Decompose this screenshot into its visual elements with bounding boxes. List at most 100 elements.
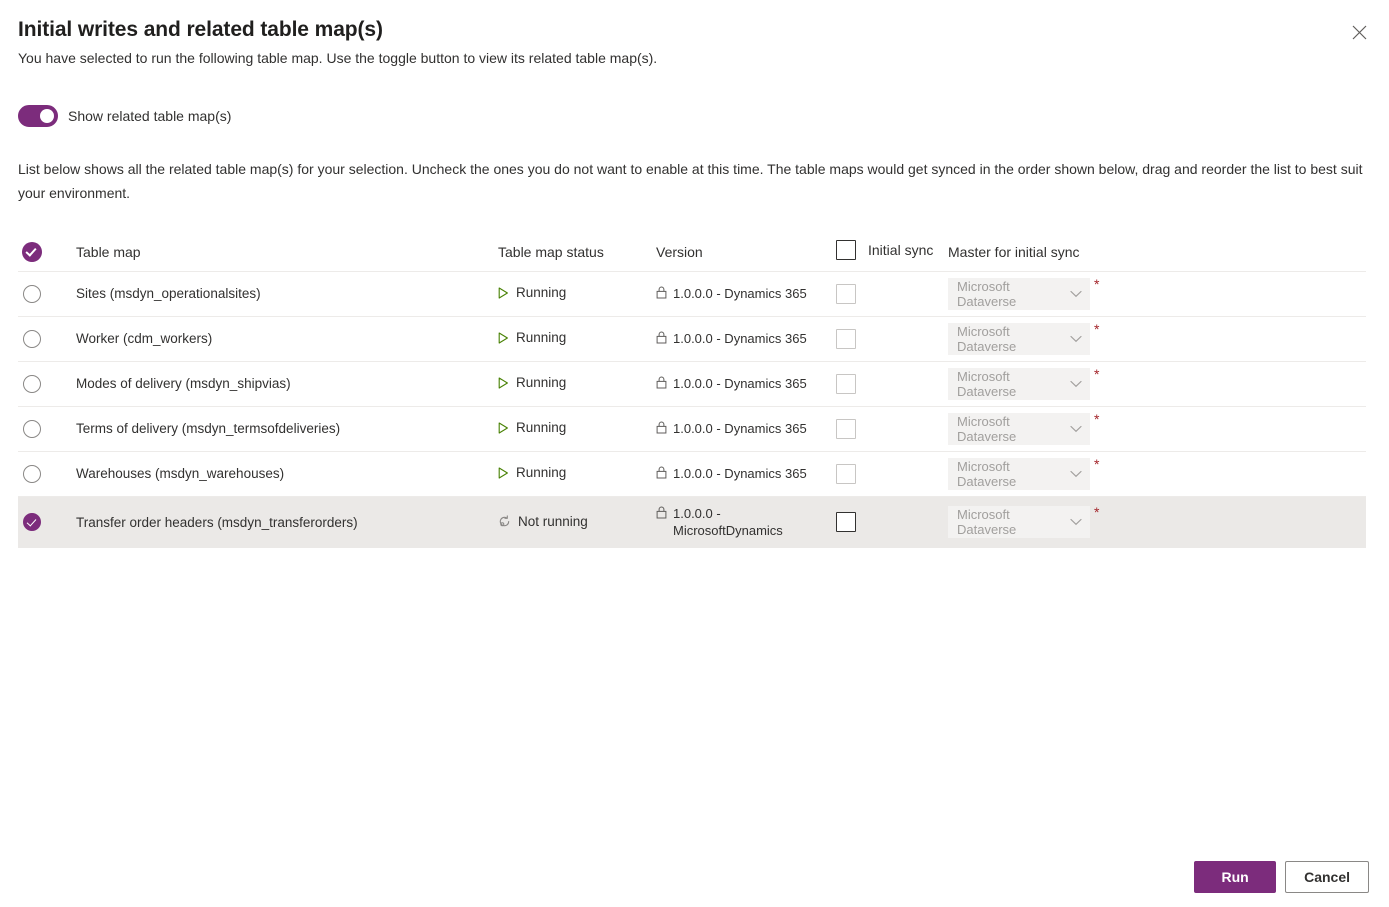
lock-icon	[656, 376, 667, 389]
cancel-button[interactable]: Cancel	[1285, 861, 1369, 893]
toggle-knob	[40, 109, 54, 123]
initial-sync-checkbox[interactable]	[836, 512, 856, 533]
row-select-circle[interactable]	[23, 329, 41, 348]
initial-sync-checkbox[interactable]	[836, 283, 856, 304]
cell-initial-sync	[836, 271, 948, 316]
row-select-cell	[18, 406, 76, 451]
chevron-down-icon-wrap	[1070, 425, 1082, 433]
cell-master-for-initial-sync: Microsoft Dataverse *	[948, 361, 1366, 406]
initial-sync-checkbox[interactable]	[836, 328, 856, 349]
cell-table-map: Transfer order headers (msdyn_transferor…	[76, 496, 498, 548]
row-select-circle[interactable]	[23, 513, 41, 532]
cell-table-map-status: Running	[498, 406, 656, 451]
cell-version: 1.0.0.0 - Dynamics 365	[656, 406, 836, 451]
master-for-initial-sync-dropdown[interactable]: Microsoft Dataverse	[948, 277, 1090, 310]
chevron-down-icon-wrap	[1070, 335, 1082, 343]
row-select-cell	[18, 271, 76, 316]
master-for-initial-sync-dropdown[interactable]: Microsoft Dataverse	[948, 322, 1090, 355]
table-row[interactable]: Warehouses (msdyn_warehouses) Running 1.0.…	[18, 451, 1366, 496]
version-value: 1.0.0.0 - Dynamics 365	[656, 420, 836, 437]
select-all-checkmark-icon[interactable]	[22, 241, 42, 262]
version-value: 1.0.0.0 - Dynamics 365	[656, 465, 836, 482]
table-row[interactable]: Worker (cdm_workers) Running 1.0.0.0 - Dyn…	[18, 316, 1366, 361]
initial-sync-select-all-checkbox[interactable]	[836, 240, 856, 261]
row-select-circle[interactable]	[23, 464, 41, 483]
initial-sync-checkbox[interactable]	[836, 463, 856, 484]
show-related-table-maps-toggle[interactable]	[18, 105, 58, 127]
cell-table-map: Terms of delivery (msdyn_termsofdeliveri…	[76, 406, 498, 451]
table-row[interactable]: Sites (msdyn_operationalsites) Running 1.0…	[18, 271, 1366, 316]
cell-master-for-initial-sync: Microsoft Dataverse *	[948, 406, 1366, 451]
master-for-initial-sync-dropdown[interactable]: Microsoft Dataverse	[948, 412, 1090, 445]
row-select-circle[interactable]	[23, 374, 41, 393]
master-for-initial-sync-dropdown[interactable]: Microsoft Dataverse	[948, 367, 1090, 400]
chevron-down-icon	[1070, 519, 1082, 526]
cell-initial-sync	[836, 496, 948, 548]
master-dropdown-value: Microsoft Dataverse	[957, 323, 1017, 354]
column-header-table-map[interactable]: Table map	[76, 233, 498, 272]
chevron-down-icon-wrap	[1070, 470, 1082, 478]
version-text: 1.0.0.0 - Dynamics 365	[673, 286, 807, 301]
status-text: Running	[516, 420, 567, 436]
master-dropdown-wrap: Microsoft Dataverse *	[948, 412, 1099, 445]
initial-writes-dialog: Initial writes and related table map(s) …	[0, 0, 1389, 907]
cell-initial-sync	[836, 406, 948, 451]
table-map-name: Sites (msdyn_operationalsites)	[76, 286, 261, 301]
version-text: 1.0.0.0 - MicrosoftDynamics	[673, 506, 783, 539]
cell-master-for-initial-sync: Microsoft Dataverse *	[948, 316, 1366, 361]
dialog-footer: Run Cancel	[1194, 861, 1369, 893]
play-icon	[498, 287, 508, 299]
required-asterisk: *	[1094, 504, 1100, 521]
column-header-initial-sync: Initial sync	[836, 233, 948, 272]
run-button[interactable]: Run	[1194, 861, 1277, 893]
initial-sync-checkbox[interactable]	[836, 373, 856, 394]
master-dropdown-wrap: Microsoft Dataverse *	[948, 277, 1099, 310]
master-for-initial-sync-dropdown[interactable]: Microsoft Dataverse	[948, 457, 1090, 490]
cell-initial-sync	[836, 451, 948, 496]
column-header-master-for-initial-sync[interactable]: Master for initial sync	[948, 233, 1366, 272]
master-dropdown-wrap: Microsoft Dataverse *	[948, 455, 1100, 490]
master-dropdown-wrap: Microsoft Dataverse *	[948, 320, 1100, 355]
table-header-row: Table map Table map status Version Initi…	[18, 233, 1366, 272]
status-text: Running	[516, 330, 567, 346]
cell-table-map: Sites (msdyn_operationalsites)	[76, 271, 498, 316]
master-dropdown-wrap: Microsoft Dataverse *	[948, 367, 1099, 400]
cell-master-for-initial-sync: Microsoft Dataverse *	[948, 271, 1366, 316]
column-header-version[interactable]: Version	[656, 233, 836, 272]
required-asterisk: *	[1094, 455, 1100, 472]
master-dropdown-value: Microsoft Dataverse	[957, 368, 1017, 399]
row-select-cell	[18, 451, 76, 496]
table-row[interactable]: Transfer order headers (msdyn_transferor…	[18, 496, 1366, 548]
status-badge: Running	[498, 330, 566, 345]
status-badge: Running	[498, 420, 566, 435]
initial-sync-checkbox[interactable]	[836, 418, 856, 439]
close-button[interactable]	[1343, 16, 1375, 48]
table-header: Table map Table map status Version Initi…	[18, 233, 1366, 272]
table-row[interactable]: Modes of delivery (msdyn_shipvias) Runnin…	[18, 361, 1366, 406]
cell-master-for-initial-sync: Microsoft Dataverse *	[948, 496, 1366, 548]
table-map-name: Terms of delivery (msdyn_termsofdeliveri…	[76, 421, 341, 436]
lock-icon	[656, 286, 667, 299]
close-icon	[1352, 25, 1366, 39]
dialog-subtitle: You have selected to run the following t…	[18, 50, 658, 66]
row-select-cell	[18, 496, 76, 548]
row-select-circle[interactable]	[23, 419, 41, 438]
table-map-name: Modes of delivery (msdyn_shipvias)	[76, 376, 291, 391]
table-row[interactable]: Terms of delivery (msdyn_termsofdeliveri…	[18, 406, 1366, 451]
table-map-name: Worker (cdm_workers)	[76, 331, 213, 346]
cell-master-for-initial-sync: Microsoft Dataverse *	[948, 451, 1366, 496]
master-dropdown-value: Microsoft Dataverse	[957, 413, 1017, 444]
required-asterisk: *	[1094, 320, 1100, 337]
master-for-initial-sync-dropdown[interactable]: Microsoft Dataverse	[948, 506, 1090, 539]
column-header-initial-sync-label: Initial sync	[868, 242, 934, 259]
master-dropdown-value: Microsoft Dataverse	[957, 507, 1017, 538]
column-header-table-map-status[interactable]: Table map status	[498, 233, 656, 272]
cell-version: 1.0.0.0 - MicrosoftDynamics	[656, 496, 836, 548]
row-select-circle[interactable]	[23, 284, 41, 303]
cell-table-map-status: Not running	[498, 496, 656, 548]
status-badge: Running	[498, 285, 566, 300]
master-dropdown-value: Microsoft Dataverse	[957, 278, 1017, 309]
cell-version: 1.0.0.0 - Dynamics 365	[656, 451, 836, 496]
table-maps-table: Table map Table map status Version Initi…	[18, 233, 1366, 548]
cell-table-map-status: Running	[498, 451, 656, 496]
